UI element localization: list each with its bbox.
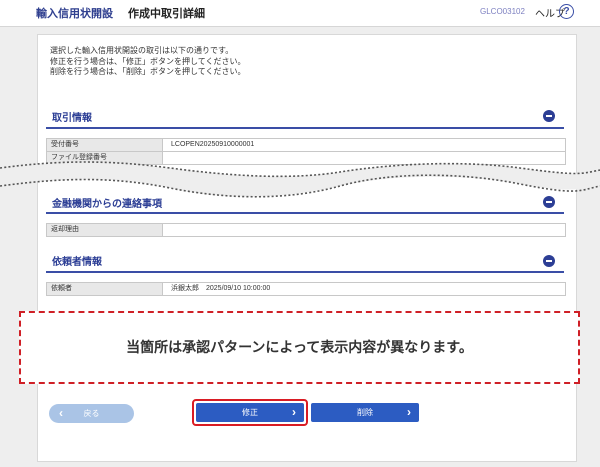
table-row: 返却理由 <box>46 223 566 237</box>
chevron-right-icon: › <box>407 405 411 419</box>
back-button[interactable]: ‹ 戻る <box>49 404 134 423</box>
row-value: LCOPEN20250910000001 <box>171 141 255 148</box>
row-label: 返却理由 <box>47 224 163 236</box>
section-underline <box>46 271 564 273</box>
collapse-icon[interactable] <box>543 255 555 267</box>
table-row: 依頼者 浜銀太郎 2025/09/10 10:00:00 <box>46 282 566 296</box>
screen-code: GLCO03102 <box>480 7 525 16</box>
section-title-requester: 依頼者情報 <box>52 257 102 268</box>
intro-line: 修正を行う場合は、「修正」ボタンを押してください。 <box>50 56 246 66</box>
help-icon[interactable]: ? <box>559 4 574 19</box>
collapse-icon[interactable] <box>543 110 555 122</box>
section-title-transaction: 取引情報 <box>52 113 92 124</box>
delete-button-label: 削除 <box>357 408 373 417</box>
table-row: 受付番号 LCOPEN20250910000001 <box>46 138 566 152</box>
back-button-label: 戻る <box>83 409 100 418</box>
delete-button[interactable]: 削除 › <box>311 403 419 422</box>
header-bar: 輸入信用状開設 作成中取引詳細 GLCO03102 ヘルプ ? <box>0 0 600 27</box>
page-title: 作成中取引詳細 <box>128 8 205 20</box>
content-panel <box>37 34 577 462</box>
section-underline <box>46 212 564 214</box>
section-title-bank-contact: 金融機関からの連絡事項 <box>52 199 162 210</box>
intro-line: 選択した輸入信用状開設の取引は以下の通りです。 <box>50 46 234 55</box>
approval-pattern-notice: 当箇所は承認パターンによって表示内容が異なります。 <box>19 311 580 384</box>
app-title: 輸入信用状開設 <box>36 8 113 20</box>
chevron-right-icon: › <box>292 405 296 419</box>
edit-button[interactable]: 修正 › <box>196 403 304 422</box>
intro-line: 削除を行う場合は、「削除」ボタンを押してください。 <box>50 67 246 76</box>
row-value: 浜銀太郎 2025/09/10 10:00:00 <box>171 285 271 292</box>
intro-text: 選択した輸入信用状開設の取引は以下の通りです。 修正を行う場合は、「修正」ボタン… <box>50 46 246 78</box>
notice-text: 当箇所は承認パターンによって表示内容が異なります。 <box>126 339 473 355</box>
collapse-icon[interactable] <box>543 196 555 208</box>
row-label: 受付番号 <box>47 139 163 151</box>
row-label: 依頼者 <box>47 283 163 295</box>
section-underline <box>46 127 564 129</box>
edit-button-label: 修正 <box>242 408 258 417</box>
